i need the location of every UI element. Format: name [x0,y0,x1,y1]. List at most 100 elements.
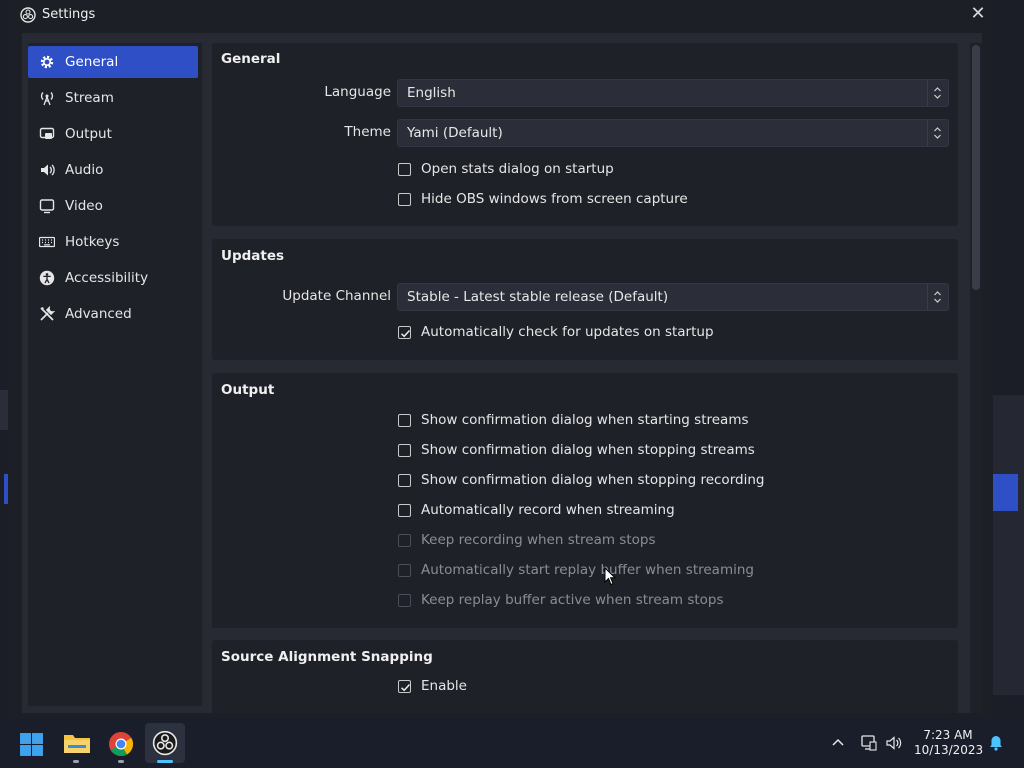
obs-icon[interactable] [152,730,178,756]
group-title: Updates [221,248,285,264]
sidebar-item-label: Audio [65,162,104,178]
keep-recording-checkbox: Keep recording when stream stops [398,532,655,548]
clock-date: 10/13/2023 [914,743,984,757]
language-select[interactable]: English [397,79,949,107]
sidebar-item-label: Hotkeys [65,234,120,250]
hide-obs-checkbox[interactable]: Hide OBS windows from screen capture [398,191,688,207]
checkbox-box-checked [398,679,411,693]
close-icon[interactable]: ✕ [968,4,988,24]
sidebar-item-hotkeys[interactable]: Hotkeys [28,226,198,258]
sidebar-item-general[interactable]: General [28,46,198,78]
antenna-icon [36,90,58,106]
checkmark-icon [400,683,411,691]
language-label: Language [324,84,391,100]
keep-replay-buffer-checkbox: Keep replay buffer active when stream st… [398,592,724,608]
settings-content: General Stream Output Audio Video Hotkey… [22,33,982,713]
checkmark-icon [400,329,411,337]
checkbox-label: Automatically check for updates on start… [421,324,714,340]
clock-time: 7:23 AM [923,728,973,742]
mouse-cursor-icon [604,567,616,586]
output-icon [36,126,58,142]
update-channel-select[interactable]: Stable - Latest stable release (Default) [397,283,949,311]
checkbox-label: Hide OBS windows from screen capture [421,191,688,207]
clock[interactable]: 7:23 AM 10/13/2023 [914,728,984,758]
network-icon[interactable] [860,734,878,752]
sidebar-item-stream[interactable]: Stream [28,82,198,114]
checkbox-box [398,503,411,517]
update-channel-value: Stable - Latest stable release (Default) [407,289,669,305]
window-title: Settings [42,7,96,22]
settings-panel: General Language English Theme Yami (Def… [212,43,958,713]
updown-arrows-icon [927,80,948,106]
active-indicator [157,760,173,763]
sidebar-item-label: Video [65,198,103,214]
open-stats-checkbox[interactable]: Open stats dialog on startup [398,161,614,177]
sidebar-item-accessibility[interactable]: Accessibility [28,262,198,294]
obs-logo-icon [20,7,36,23]
sidebar-item-video[interactable]: Video [28,190,198,222]
checkbox-box [398,162,411,176]
vertical-scrollbar[interactable] [970,43,982,713]
running-indicator [73,760,79,763]
checkbox-box [398,533,411,547]
theme-label: Theme [344,124,391,140]
background-right-panel [993,395,1024,695]
group-title: Output [221,382,275,398]
checkbox-box [398,593,411,607]
taskbar: 7:23 AM 10/13/2023 [0,718,1024,768]
monitor-icon [36,198,58,214]
updown-arrows-icon [927,120,948,146]
speaker-icon [36,162,58,178]
sidebar-item-label: General [65,54,119,70]
confirm-stop-recording-checkbox[interactable]: Show confirmation dialog when stopping r… [398,472,764,488]
settings-window: Settings ✕ General Stream Output Audio V… [8,0,993,718]
auto-replay-buffer-checkbox: Automatically start replay buffer when s… [398,562,754,578]
settings-sidebar: General Stream Output Audio Video Hotkey… [28,43,202,706]
sidebar-item-output[interactable]: Output [28,118,198,150]
checkbox-label: Open stats dialog on startup [421,161,614,177]
updates-group: Updates Update Channel Stable - Latest s… [212,239,958,360]
chrome-icon[interactable] [108,731,134,757]
theme-select[interactable]: Yami (Default) [397,119,949,147]
confirm-stop-stream-checkbox[interactable]: Show confirmation dialog when stopping s… [398,442,755,458]
sidebar-item-audio[interactable]: Audio [28,154,198,186]
volume-icon[interactable] [885,734,903,752]
sidebar-item-label: Advanced [65,306,132,322]
group-title: General [221,51,281,67]
checkbox-label: Show confirmation dialog when starting s… [421,412,749,428]
checkbox-box [398,192,411,206]
file-explorer-icon[interactable] [63,731,91,755]
checkbox-label: Keep recording when stream stops [421,532,656,548]
gear-icon [36,54,58,70]
scrollbar-thumb[interactable] [972,45,980,290]
auto-record-checkbox[interactable]: Automatically record when streaming [398,502,675,518]
tools-icon [36,306,58,322]
general-group: General Language English Theme Yami (Def… [212,43,958,226]
keyboard-icon [36,234,58,250]
snapping-enable-checkbox[interactable]: Enable [398,678,467,694]
checkbox-box [398,443,411,457]
notification-bell-icon[interactable] [987,734,1005,752]
sidebar-item-advanced[interactable]: Advanced [28,298,198,330]
checkbox-label: Show confirmation dialog when stopping r… [421,472,765,488]
checkbox-box-checked [398,325,411,339]
chevron-up-icon[interactable] [829,734,847,752]
group-title: Source Alignment Snapping [221,649,433,665]
snapping-group: Source Alignment Snapping Enable [212,640,958,713]
sidebar-item-label: Output [65,126,112,142]
output-group: Output Show confirmation dialog when sta… [212,373,958,628]
title-bar: Settings ✕ [8,0,993,30]
checkbox-label: Show confirmation dialog when stopping s… [421,442,755,458]
auto-check-updates-checkbox[interactable]: Automatically check for updates on start… [398,324,714,340]
language-value: English [407,85,456,101]
checkbox-box [398,413,411,427]
confirm-start-stream-checkbox[interactable]: Show confirmation dialog when starting s… [398,412,749,428]
update-channel-label: Update Channel [282,288,391,304]
sidebar-item-label: Accessibility [65,270,149,286]
accessibility-icon [36,270,58,286]
background-accent-right [993,474,1018,511]
windows-start-icon[interactable] [19,732,44,757]
updown-arrows-icon [927,284,948,310]
running-indicator [118,760,124,763]
checkbox-box [398,473,411,487]
